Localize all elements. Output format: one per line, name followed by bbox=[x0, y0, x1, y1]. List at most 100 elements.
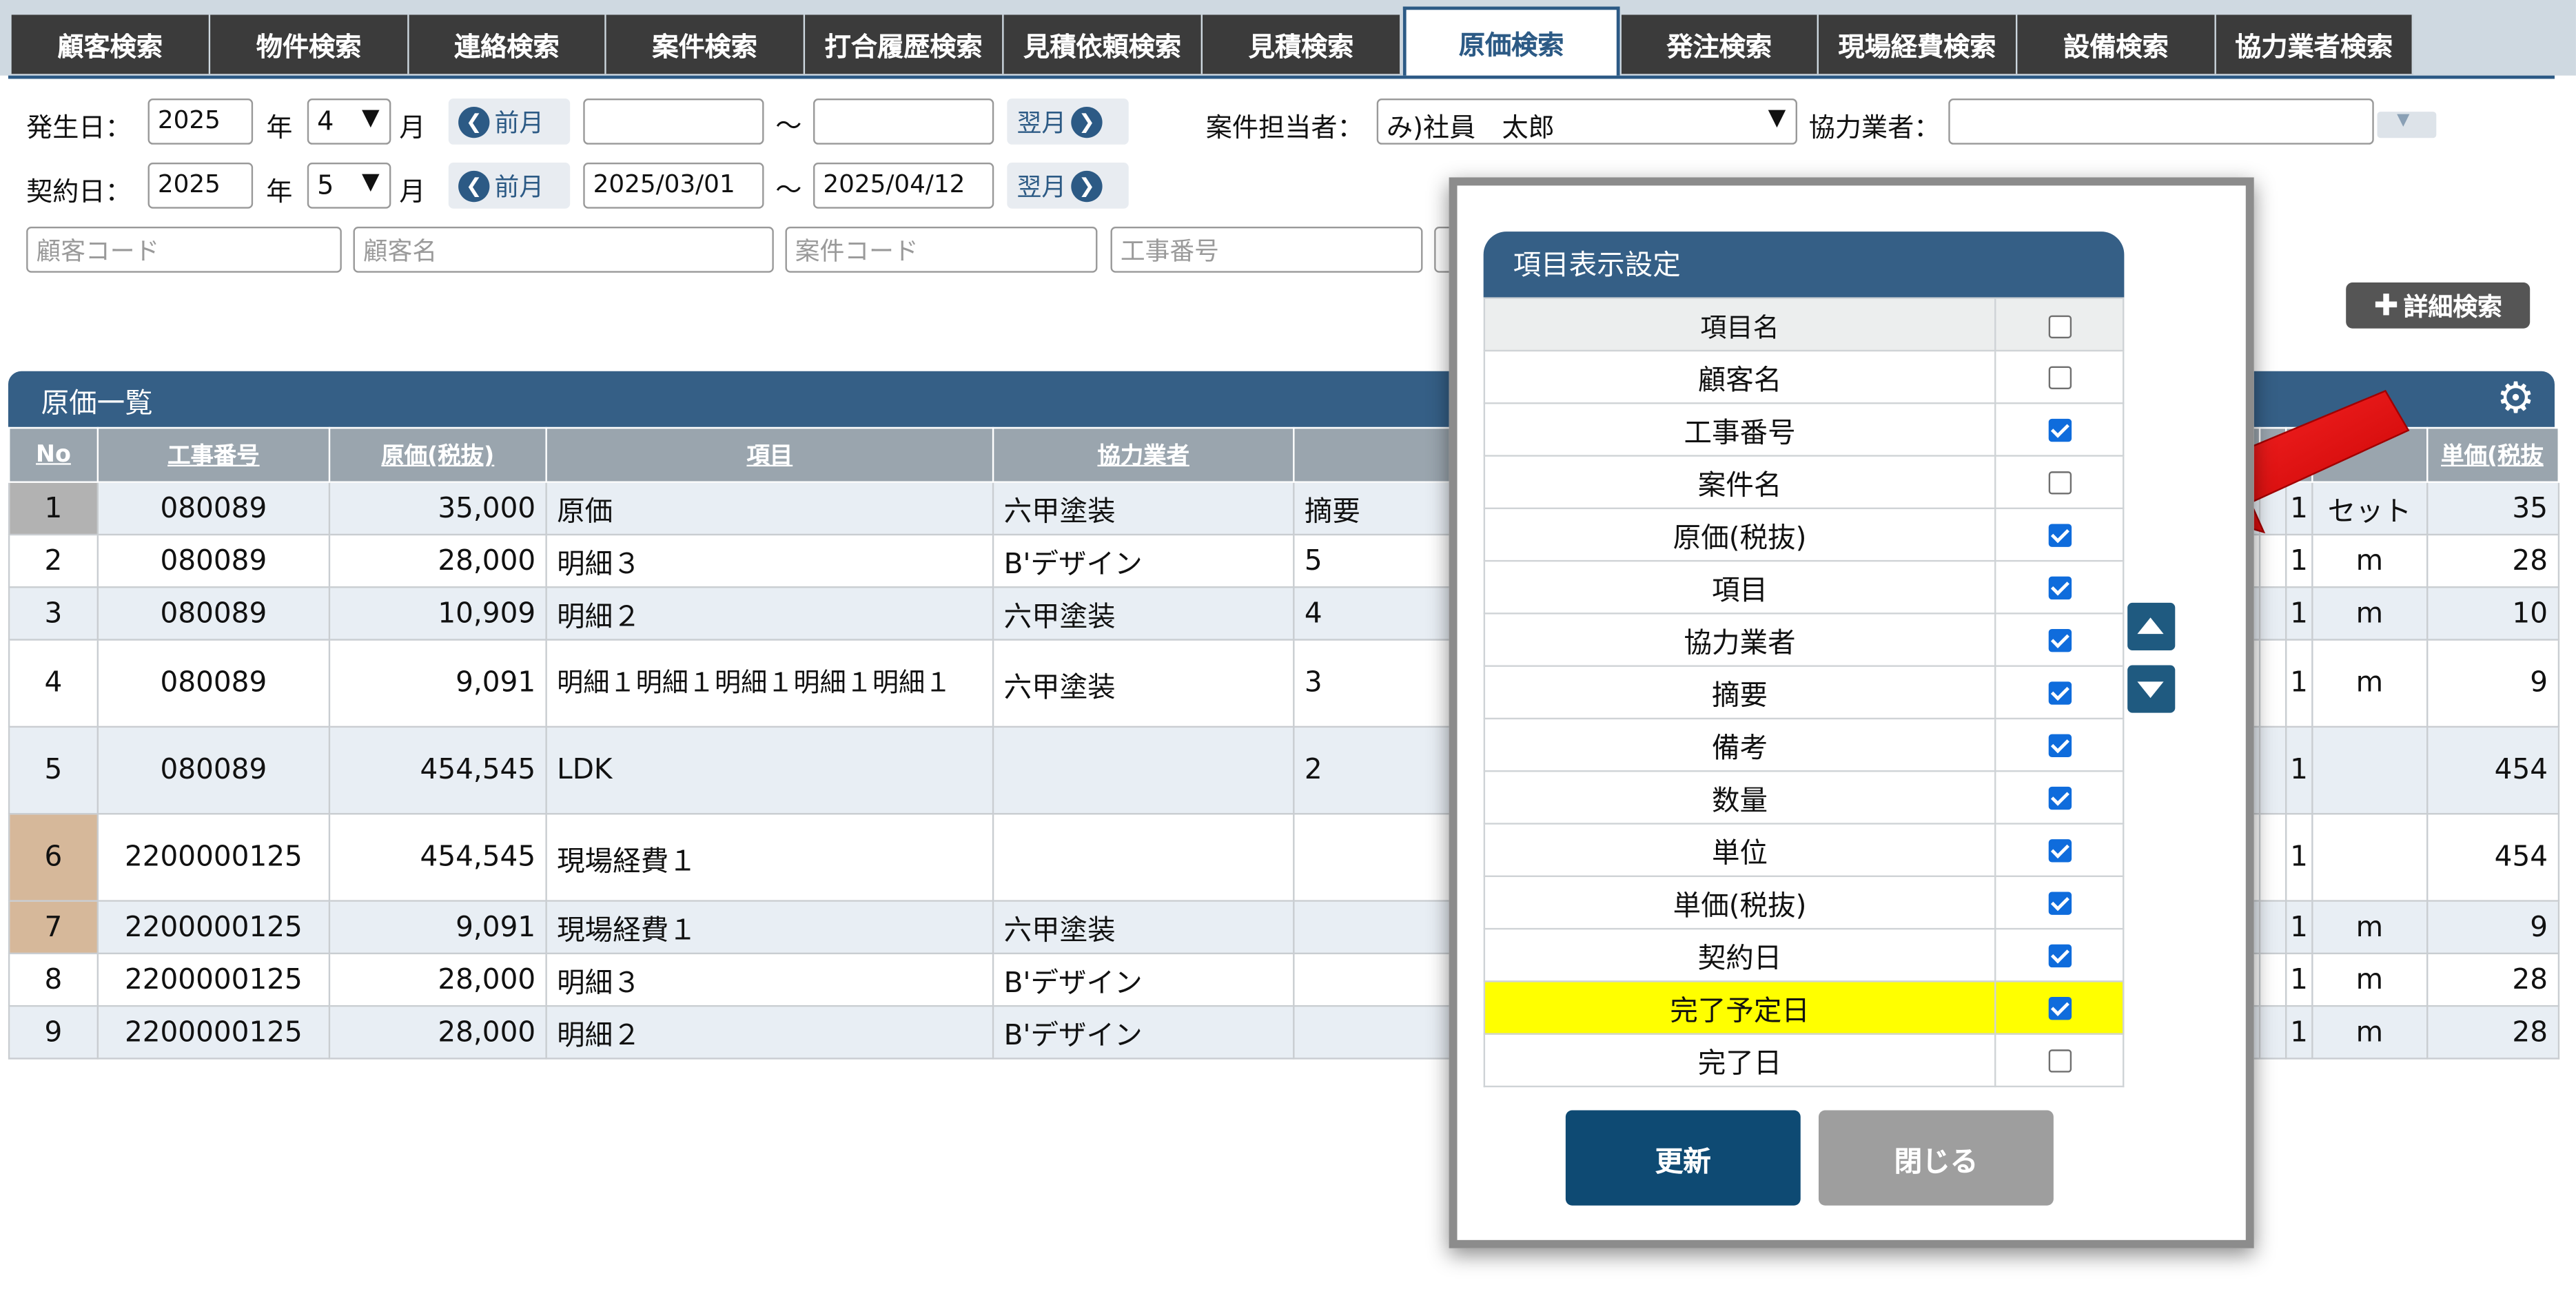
partner-label: 協力業者： bbox=[1808, 112, 1941, 143]
tab-property-search[interactable]: 物件検索 bbox=[210, 14, 409, 74]
settings-row-unit[interactable]: 単位 bbox=[1483, 823, 2125, 878]
work-number-input[interactable]: 工事番号 bbox=[1110, 226, 1423, 273]
settings-header-check[interactable] bbox=[1994, 297, 2125, 352]
column-header-partner[interactable]: 協力業者 bbox=[992, 426, 1295, 483]
settings-row-cost[interactable]: 原価(税抜) bbox=[1483, 507, 2125, 562]
checkbox-checked[interactable] bbox=[2047, 891, 2071, 914]
settings-item-name: 原価(税抜) bbox=[1483, 507, 1996, 562]
customer-code-input[interactable]: 顧客コード bbox=[26, 226, 342, 273]
tab-contact-search[interactable]: 連絡検索 bbox=[409, 14, 606, 74]
project-code-input[interactable]: 案件コード bbox=[785, 226, 1098, 273]
occurrence-prev-month-button[interactable]: ❮ 前月 bbox=[448, 99, 571, 145]
plus-icon: ✚ bbox=[2373, 288, 2399, 323]
partner-dropdown-button[interactable]: ▼ bbox=[2377, 112, 2437, 138]
checkbox[interactable] bbox=[2047, 470, 2071, 494]
chevron-left-icon: ❮ bbox=[458, 105, 490, 138]
cell-unit: m bbox=[2311, 1005, 2428, 1060]
tab-meeting-history-search[interactable]: 打合履歴検索 bbox=[805, 14, 1004, 74]
column-header-unit-price[interactable]: 単価(税抜 bbox=[2426, 426, 2559, 483]
tab-equipment-search[interactable]: 設備検索 bbox=[2017, 14, 2216, 74]
occurrence-to-input[interactable] bbox=[813, 99, 994, 145]
tab-estimate-search[interactable]: 見積検索 bbox=[1203, 14, 1402, 74]
column-header-item[interactable]: 項目 bbox=[545, 426, 994, 483]
cell-hidden bbox=[2258, 952, 2287, 1007]
tab-order-search[interactable]: 発注検索 bbox=[1621, 14, 1819, 74]
checkbox-checked[interactable] bbox=[2047, 996, 2071, 1020]
checkbox[interactable] bbox=[2047, 365, 2071, 389]
cell-hidden bbox=[2258, 586, 2287, 641]
range-tilde: ～ bbox=[775, 110, 802, 142]
tab-partner-search[interactable]: 協力業者検索 bbox=[2216, 14, 2413, 74]
settings-item-name: 備考 bbox=[1483, 717, 1996, 772]
settings-row-unit-price[interactable]: 単価(税抜) bbox=[1483, 875, 2125, 930]
chevron-down-icon: ▼ bbox=[1768, 105, 1786, 132]
checkbox-checked[interactable] bbox=[2047, 681, 2071, 704]
contract-prev-month-button[interactable]: ❮ 前月 bbox=[448, 163, 571, 209]
customer-name-input[interactable]: 顧客名 bbox=[353, 226, 774, 273]
occurrence-month-select[interactable]: 4 ▼ bbox=[307, 99, 391, 145]
settings-row-quantity[interactable]: 数量 bbox=[1483, 770, 2125, 825]
tab-project-search[interactable]: 案件検索 bbox=[606, 14, 806, 74]
cell-no: 1 bbox=[8, 481, 99, 536]
occurrence-next-month-button[interactable]: 翌月 ❯ bbox=[1007, 99, 1129, 145]
settings-row-planned-completion-date[interactable]: 完了予定日 bbox=[1483, 980, 2125, 1035]
contract-to-input[interactable]: 2025/04/12 bbox=[813, 163, 994, 209]
checkbox-checked[interactable] bbox=[2047, 838, 2071, 862]
checkbox[interactable] bbox=[2047, 1049, 2071, 1072]
checkbox-checked[interactable] bbox=[2047, 943, 2071, 967]
column-header-work-number[interactable]: 工事番号 bbox=[96, 426, 331, 483]
tab-bar: 顧客検索 物件検索 連絡検索 案件検索 打合履歴検索 見積依頼検索 見積検索 原… bbox=[0, 0, 2576, 76]
contract-next-month-button[interactable]: 翌月 ❯ bbox=[1007, 163, 1129, 209]
partner-input[interactable] bbox=[1948, 99, 2374, 145]
detail-search-button[interactable]: ✚ 詳細検索 bbox=[2346, 282, 2531, 329]
settings-row-partner[interactable]: 協力業者 bbox=[1483, 612, 2125, 667]
cell-unit: m bbox=[2311, 639, 2428, 728]
checkbox-checked[interactable] bbox=[2047, 785, 2071, 810]
move-down-button[interactable] bbox=[2127, 665, 2176, 713]
occurrence-year-input[interactable]: 2025 bbox=[147, 99, 254, 145]
occurrence-from-input[interactable] bbox=[583, 99, 764, 145]
settings-row-contract-date[interactable]: 契約日 bbox=[1483, 927, 2125, 982]
checkbox-checked[interactable] bbox=[2047, 733, 2071, 756]
cell-item: 明細３ bbox=[545, 533, 994, 588]
cell-unit-price: 35 bbox=[2426, 481, 2559, 536]
tab-estimate-request-search[interactable]: 見積依頼検索 bbox=[1003, 14, 1203, 74]
settings-row-completion-date[interactable]: 完了日 bbox=[1483, 1033, 2125, 1088]
settings-item-name: 単位 bbox=[1483, 823, 1996, 878]
cell-item: 原価 bbox=[545, 481, 994, 536]
update-button[interactable]: 更新 bbox=[1565, 1110, 1801, 1206]
contract-month-select[interactable]: 5 ▼ bbox=[307, 163, 391, 209]
tab-customer-search[interactable]: 顧客検索 bbox=[11, 14, 211, 74]
cell-cost: 10,909 bbox=[328, 586, 547, 641]
checkbox-checked[interactable] bbox=[2047, 628, 2071, 652]
cell-cost: 454,545 bbox=[328, 813, 547, 902]
settings-row-project-name[interactable]: 案件名 bbox=[1483, 455, 2125, 510]
settings-row-remarks[interactable]: 備考 bbox=[1483, 717, 2125, 772]
tab-cost-search[interactable]: 原価検索 bbox=[1402, 6, 1620, 76]
settings-row-item[interactable]: 項目 bbox=[1483, 559, 2125, 615]
column-header-cost[interactable]: 原価(税抜) bbox=[328, 426, 547, 483]
contract-year-input[interactable]: 2025 bbox=[147, 163, 254, 209]
cell-work-number: 2200000125 bbox=[96, 1005, 331, 1060]
cell-unit-price: 10 bbox=[2426, 586, 2559, 641]
contract-from-input[interactable]: 2025/03/01 bbox=[583, 163, 764, 209]
staff-select[interactable]: み)社員 太郎 ▼ bbox=[1376, 99, 1797, 145]
checkbox-checked[interactable] bbox=[2047, 523, 2071, 546]
settings-row-customer-name[interactable]: 顧客名 bbox=[1483, 349, 2125, 404]
move-up-button[interactable] bbox=[2127, 602, 2176, 651]
checkbox-checked[interactable] bbox=[2047, 418, 2071, 442]
settings-item-name: 数量 bbox=[1483, 770, 1996, 825]
close-button[interactable]: 閉じる bbox=[1818, 1110, 2054, 1206]
cell-no: 4 bbox=[8, 639, 99, 728]
gear-icon[interactable]: ⚙ bbox=[2497, 376, 2535, 422]
cell-cost: 454,545 bbox=[328, 725, 547, 815]
settings-item-name: 契約日 bbox=[1483, 927, 1996, 982]
cell-item: 明細１明細１明細１明細１明細１ bbox=[545, 639, 994, 728]
checkbox-checked[interactable] bbox=[2047, 575, 2071, 599]
tab-site-expense-search[interactable]: 現場経費検索 bbox=[1818, 14, 2018, 74]
occurrence-month-value: 4 bbox=[317, 105, 334, 136]
select-all-checkbox[interactable] bbox=[2047, 314, 2071, 338]
column-header-no[interactable]: No bbox=[8, 426, 99, 483]
settings-row-work-number[interactable]: 工事番号 bbox=[1483, 402, 2125, 457]
settings-row-memo[interactable]: 摘要 bbox=[1483, 665, 2125, 720]
